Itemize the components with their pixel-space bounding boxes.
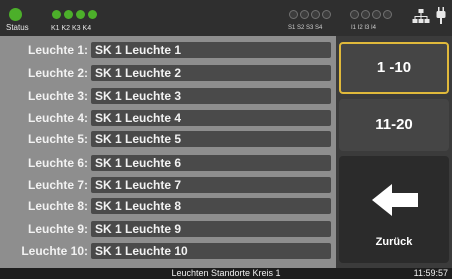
list-row: Leuchte 6: SK 1 Leuchte 6 [0,152,336,174]
back-label: Zurück [375,236,413,248]
s1-indicator-icon [289,10,298,19]
row-name-value: SK 1 Leuchte 3 [95,89,182,103]
list-row: Leuchte 9: SK 1 Leuchte 9 [0,218,336,240]
i2-indicator-icon [361,10,370,19]
list-row: Leuchte 2: SK 1 Leuchte 2 [0,62,336,84]
row-name-field[interactable]: SK 1 Leuchte 9 [91,221,331,237]
k4-indicator-icon [88,10,97,19]
row-name-value: SK 1 Leuchte 10 [95,244,188,258]
plug-icon [436,7,446,24]
row-name-field[interactable]: SK 1 Leuchte 10 [91,243,331,259]
k3-indicator-icon [76,10,85,19]
row-name-field[interactable]: SK 1 Leuchte 8 [91,198,331,214]
range-1-10-label: 1 -10 [376,59,412,76]
i3-indicator-icon [372,10,381,19]
bottom-bar: Leuchten Standorte Kreis 1 11:59:57 [0,268,452,279]
range-11-20-button[interactable]: 11-20 [339,99,449,151]
network-icon [412,9,430,23]
row-name-value: SK 1 Leuchte 6 [95,156,182,170]
back-button[interactable]: Zurück [339,156,449,263]
k-labels: K1 K2 K3 K4 [51,25,92,32]
row-name-value: SK 1 Leuchte 9 [95,222,182,236]
list-row: Leuchte 4: SK 1 Leuchte 4 [0,107,336,129]
s4-indicator-icon [322,10,331,19]
list-row: Leuchte 7: SK 1 Leuchte 7 [0,174,336,196]
s-labels: S1 S2 S3 S4 [288,25,323,31]
status-indicator-icon [9,8,22,21]
row-name-field[interactable]: SK 1 Leuchte 2 [91,65,331,81]
row-name-value: SK 1 Leuchte 2 [95,66,182,80]
row-label: Leuchte 2: [27,66,88,80]
k2-indicator-icon [64,10,73,19]
status-label: Status [6,23,29,32]
s3-indicator-icon [311,10,320,19]
list-row: Leuchte 1: SK 1 Leuchte 1 [0,39,336,61]
leuchten-list: Leuchte 1: SK 1 Leuchte 1 Leuchte 2: SK … [0,36,336,268]
row-name-field[interactable]: SK 1 Leuchte 4 [91,110,331,126]
range-1-10-button[interactable]: 1 -10 [339,42,449,94]
row-label: Leuchte 5: [27,132,88,146]
row-label: Leuchte 6: [27,156,88,170]
row-name-field[interactable]: SK 1 Leuchte 3 [91,88,331,104]
k1-indicator-icon [52,10,61,19]
main-area: Leuchte 1: SK 1 Leuchte 1 Leuchte 2: SK … [0,36,452,268]
row-label: Leuchte 4: [27,111,88,125]
list-row: Leuchte 8: SK 1 Leuchte 8 [0,195,336,217]
row-name-value: SK 1 Leuchte 5 [95,132,182,146]
status-bar: Status K1 K2 K3 K4 S1 S2 S3 S4 I1 I2 I3 … [0,0,452,36]
list-row: Leuchte 3: SK 1 Leuchte 3 [0,85,336,107]
row-name-value: SK 1 Leuchte 8 [95,199,182,213]
row-name-field[interactable]: SK 1 Leuchte 1 [91,42,331,58]
i1-indicator-icon [350,10,359,19]
row-label: Leuchte 1: [27,43,88,57]
arrow-left-icon [372,184,418,216]
row-name-value: SK 1 Leuchte 7 [95,178,182,192]
row-name-value: SK 1 Leuchte 1 [95,43,182,57]
row-label: Leuchte 10: [21,244,88,258]
row-name-field[interactable]: SK 1 Leuchte 7 [91,177,331,193]
list-row: Leuchte 5: SK 1 Leuchte 5 [0,128,336,150]
row-label: Leuchte 8: [27,199,88,213]
s2-indicator-icon [300,10,309,19]
i4-indicator-icon [383,10,392,19]
row-label: Leuchte 9: [27,222,88,236]
row-label: Leuchte 3: [27,89,88,103]
range-11-20-label: 11-20 [375,116,413,133]
list-row: Leuchte 10: SK 1 Leuchte 10 [0,240,336,262]
clock: 11:59:57 [413,268,448,278]
row-name-value: SK 1 Leuchte 4 [95,111,182,125]
navigation-panel: 1 -10 11-20 Zurück [336,36,452,268]
row-name-field[interactable]: SK 1 Leuchte 6 [91,155,331,171]
page-title: Leuchten Standorte Kreis 1 [171,268,281,278]
row-label: Leuchte 7: [27,178,88,192]
i-labels: I1 I2 I3 I4 [351,25,377,31]
row-name-field[interactable]: SK 1 Leuchte 5 [91,131,331,147]
